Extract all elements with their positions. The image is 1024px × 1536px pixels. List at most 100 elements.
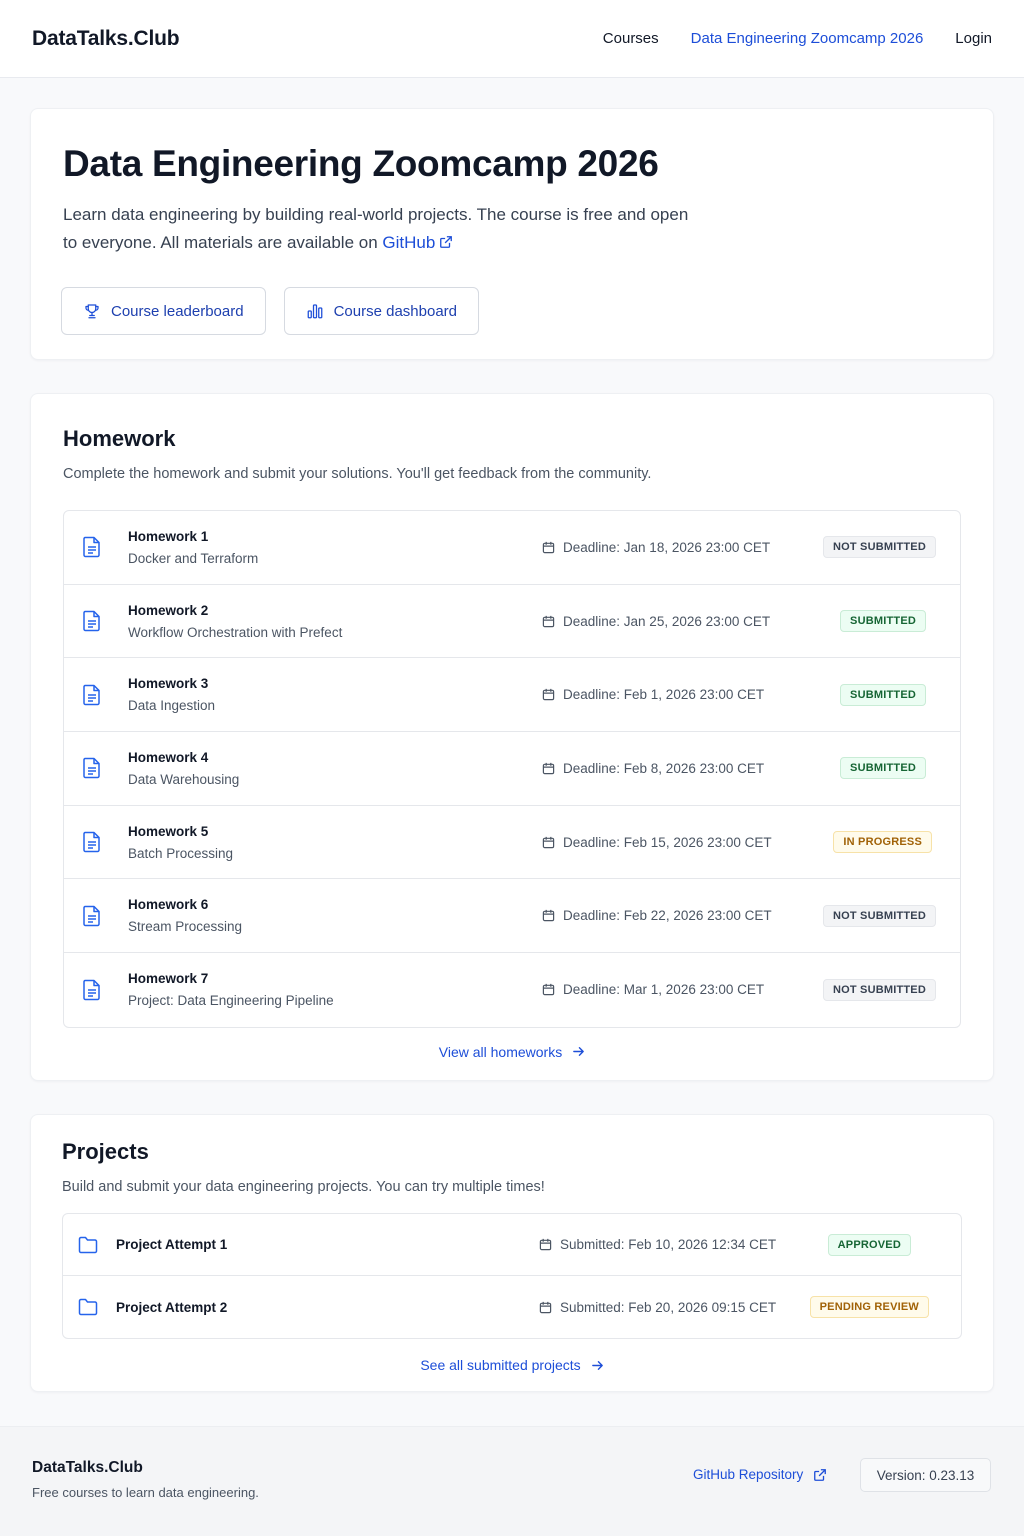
project-submitted-text: Submitted: Feb 10, 2026 12:34 CET	[560, 1237, 777, 1252]
homework-title: Homework 5	[128, 823, 209, 839]
brand-logo[interactable]: DataTalks.Club	[32, 27, 180, 51]
page-footer: DataTalks.Club Free courses to learn dat…	[0, 1426, 1024, 1536]
arrow-right-icon	[591, 1360, 603, 1370]
see-all-projects-label: See all submitted projects	[420, 1357, 581, 1373]
main-nav: Courses Data Engineering Zoomcamp 2026 L…	[603, 30, 992, 47]
homework-text: Homework 4 Data Warehousing	[128, 750, 528, 787]
footer-tagline: Free courses to learn data engineering.	[32, 1485, 259, 1500]
projects-section: Projects Build and submit your data engi…	[30, 1114, 994, 1392]
github-link-label: GitHub	[382, 233, 436, 252]
calendar-icon	[542, 836, 555, 848]
homework-text: Homework 7 Project: Data Engineering Pip…	[128, 971, 528, 1008]
homework-text: Homework 5 Batch Processing	[128, 824, 528, 861]
project-row[interactable]: Project Attempt 1 Submitted: Feb 10, 202…	[63, 1214, 961, 1276]
status-badge: SUBMITTED	[840, 610, 926, 633]
document-icon	[83, 610, 100, 632]
project-submitted-text: Submitted: Feb 20, 2026 09:15 CET	[560, 1299, 777, 1315]
status-badge: NOT SUBMITTED	[822, 536, 936, 559]
calendar-icon	[539, 1238, 552, 1251]
course-leaderboard-button[interactable]: Course leaderboard	[61, 287, 266, 335]
course-hero-card: Data Engineering Zoomcamp 2026 Learn dat…	[30, 108, 994, 360]
calendar-icon	[542, 910, 555, 922]
homework-text: Homework 3 Data Ingestion	[128, 676, 528, 713]
github-repository-link[interactable]: GitHub Repository	[693, 1467, 827, 1482]
document-icon	[83, 831, 100, 853]
course-dashboard-button[interactable]: Course dashboard	[283, 287, 480, 335]
version-badge: Version: 0.23.13	[860, 1458, 991, 1492]
document-icon	[83, 758, 100, 779]
project-title: Project Attempt 1	[116, 1237, 228, 1252]
nav-current-course[interactable]: Data Engineering Zoomcamp 2026	[691, 30, 924, 47]
nav-courses[interactable]: Courses	[603, 30, 659, 47]
document-icon	[83, 905, 100, 927]
footer-brand: DataTalks.Club	[32, 1459, 143, 1476]
homework-row[interactable]: Homework 5 Batch Processing Deadline: Fe…	[64, 806, 960, 880]
homework-description: Project: Data Engineering Pipeline	[128, 993, 334, 1009]
homework-deadline-text: Deadline: Mar 1, 2026 23:00 CET	[563, 982, 765, 998]
calendar-icon	[542, 762, 555, 775]
homework-description: Stream Processing	[128, 919, 243, 935]
folder-icon	[78, 1298, 98, 1316]
calendar-icon	[542, 615, 555, 627]
course-dashboard-label: Course dashboard	[333, 302, 458, 320]
document-icon	[83, 684, 100, 705]
homework-deadline: Deadline: Jan 18, 2026 23:00 CET	[542, 511, 770, 584]
homework-deadline: Deadline: Jan 25, 2026 23:00 CET	[542, 585, 770, 658]
homework-title: Homework 1	[128, 528, 209, 544]
status-badge: PENDING REVIEW	[809, 1296, 929, 1318]
projects-heading: Projects	[62, 1139, 149, 1164]
github-link[interactable]: GitHub	[382, 233, 453, 252]
course-title: Data Engineering Zoomcamp 2026	[63, 143, 659, 184]
homework-row[interactable]: Homework 4 Data Warehousing Deadline: Fe…	[64, 732, 960, 806]
course-description-text: Learn data engineering by building real-…	[63, 205, 689, 252]
calendar-icon	[542, 689, 555, 701]
homework-text: Homework 1 Docker and Terraform	[128, 529, 528, 566]
homework-description: Workflow Orchestration with Prefect	[128, 624, 343, 640]
homework-row[interactable]: Homework 7 Project: Data Engineering Pip…	[64, 953, 960, 1027]
homework-deadline: Deadline: Feb 15, 2026 23:00 CET	[542, 806, 772, 879]
nav-login[interactable]: Login	[955, 30, 992, 47]
homework-row[interactable]: Homework 6 Stream Processing Deadline: F…	[64, 879, 960, 954]
homework-deadline: Deadline: Feb 22, 2026 23:00 CET	[542, 879, 772, 952]
homework-title: Homework 3	[128, 676, 209, 692]
homework-deadline-text: Deadline: Feb 22, 2026 23:00 CET	[563, 908, 772, 924]
project-title: Project Attempt 2	[116, 1299, 228, 1315]
course-description: Learn data engineering by building real-…	[63, 201, 703, 257]
homework-heading: Homework	[63, 426, 176, 451]
calendar-icon	[542, 984, 555, 996]
homework-row[interactable]: Homework 2 Workflow Orchestration with P…	[64, 585, 960, 659]
homework-deadline-text: Deadline: Jan 25, 2026 23:00 CET	[563, 613, 771, 629]
github-repository-label: GitHub Repository	[693, 1467, 804, 1482]
view-all-homeworks-link[interactable]: View all homeworks	[63, 1044, 961, 1060]
homework-deadline: Deadline: Feb 1, 2026 23:00 CET	[542, 658, 764, 731]
view-all-homeworks-label: View all homeworks	[438, 1043, 563, 1060]
homework-description: Docker and Terraform	[128, 550, 259, 566]
homework-deadline-text: Deadline: Jan 18, 2026 23:00 CET	[563, 539, 771, 555]
trophy-icon	[85, 304, 99, 319]
homework-text: Homework 2 Workflow Orchestration with P…	[128, 603, 528, 640]
projects-list: Project Attempt 1 Submitted: Feb 10, 202…	[62, 1213, 962, 1339]
document-icon	[83, 979, 100, 1001]
homework-row[interactable]: Homework 1 Docker and Terraform Deadline…	[64, 511, 960, 585]
homework-section: Homework Complete the homework and submi…	[30, 393, 994, 1081]
see-all-projects-link[interactable]: See all submitted projects	[62, 1357, 962, 1373]
projects-subtitle: Build and submit your data engineering p…	[62, 1179, 545, 1195]
homework-description: Batch Processing	[128, 845, 234, 861]
external-link-icon	[440, 236, 453, 248]
homework-subtitle: Complete the homework and submit your so…	[63, 466, 652, 482]
status-badge: SUBMITTED	[840, 757, 926, 780]
homework-deadline-text: Deadline: Feb 15, 2026 23:00 CET	[563, 834, 772, 850]
arrow-right-icon	[573, 1047, 585, 1057]
status-badge: NOT SUBMITTED	[822, 978, 936, 1001]
homework-title: Homework 2	[128, 602, 209, 618]
homework-row[interactable]: Homework 3 Data Ingestion Deadline: Feb …	[64, 658, 960, 733]
calendar-icon	[539, 1301, 552, 1313]
status-badge: APPROVED	[827, 1233, 911, 1256]
status-badge: NOT SUBMITTED	[822, 904, 936, 927]
status-badge: IN PROGRESS	[833, 831, 932, 854]
document-icon	[83, 537, 100, 558]
project-submitted: Submitted: Feb 20, 2026 09:15 CET	[539, 1276, 776, 1338]
course-leaderboard-label: Course leaderboard	[111, 302, 244, 320]
homework-text: Homework 6 Stream Processing	[128, 897, 528, 934]
project-row[interactable]: Project Attempt 2 Submitted: Feb 20, 202…	[63, 1276, 961, 1338]
